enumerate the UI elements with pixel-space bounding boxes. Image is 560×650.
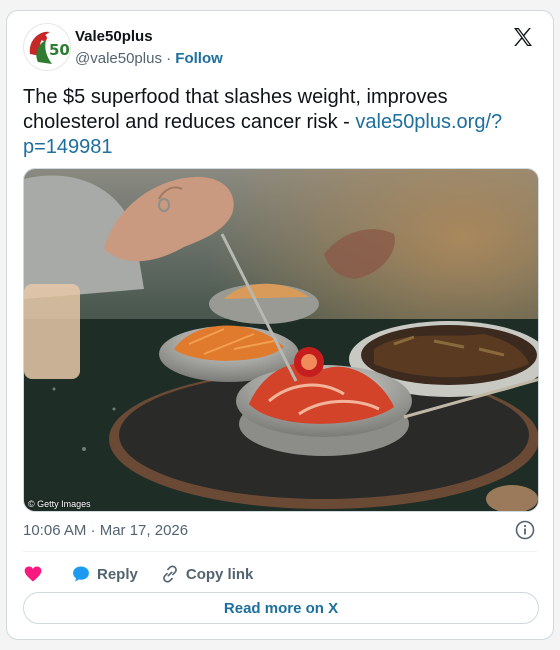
info-icon[interactable] — [515, 520, 535, 540]
author-name[interactable]: Vale50plus — [75, 28, 153, 45]
heart-icon — [24, 566, 42, 582]
reply-label: Reply — [97, 565, 138, 583]
author-handle-row: @vale50plus · Follow — [75, 50, 223, 67]
copy-link-label: Copy link — [185, 565, 254, 583]
reply-button[interactable]: Reply — [71, 564, 138, 584]
x-logo-icon[interactable] — [511, 25, 535, 49]
separator-dot: · — [166, 50, 172, 67]
tweet-media-photo[interactable]: © Getty Images — [23, 168, 539, 512]
read-more-button[interactable]: Read more on X — [23, 592, 539, 624]
copy-link-button[interactable]: Copy link — [160, 564, 254, 584]
tweet-timestamp[interactable]: 10:06 AM · Mar 17, 2026 — [23, 522, 188, 539]
reply-bubble-icon — [73, 566, 89, 582]
link-icon — [162, 565, 177, 583]
tweet-card: 50 Vale50plus @vale50plus · Follow The $… — [6, 10, 554, 640]
action-bar: Reply Copy link — [23, 563, 275, 585]
avatar-logo-text: 50 — [49, 41, 70, 59]
follow-button[interactable]: Follow — [175, 50, 223, 67]
food-photo — [24, 169, 538, 511]
author-handle[interactable]: @vale50plus — [75, 50, 162, 67]
vale50plus-logo-icon: 50 — [26, 26, 70, 70]
like-button[interactable] — [23, 564, 49, 584]
divider — [23, 551, 537, 552]
avatar[interactable]: 50 — [23, 23, 71, 71]
tweet-text: The $5 superfood that slashes weight, im… — [23, 85, 533, 160]
photo-credit: © Getty Images — [28, 499, 91, 509]
